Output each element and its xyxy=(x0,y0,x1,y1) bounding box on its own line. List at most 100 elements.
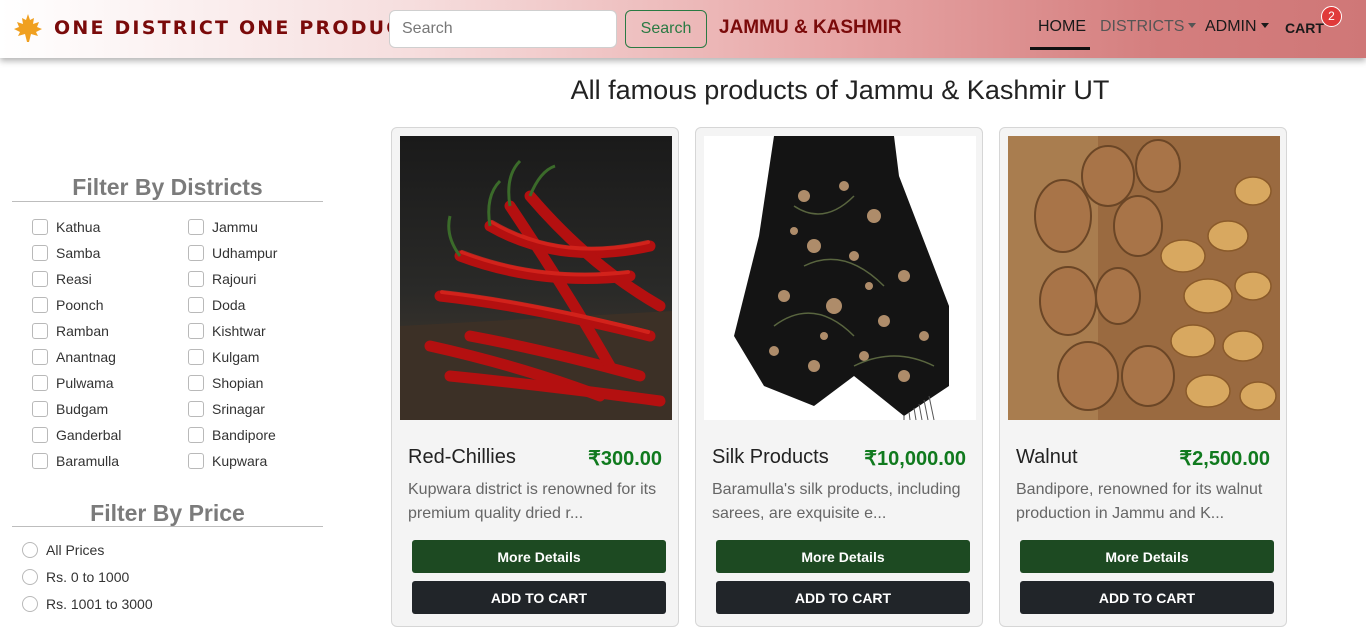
district-filter-option[interactable]: Poonch xyxy=(32,295,103,315)
radio-button[interactable] xyxy=(22,596,38,612)
district-filter-option[interactable]: Shopian xyxy=(188,373,263,393)
checkbox[interactable] xyxy=(188,245,204,261)
district-filter-option[interactable]: Doda xyxy=(188,295,245,315)
caret-down-icon xyxy=(1260,23,1269,28)
district-label: Ramban xyxy=(56,323,109,339)
district-label: Rajouri xyxy=(212,271,257,287)
district-filter-option[interactable]: Anantnag xyxy=(32,347,116,367)
nav-home-label: HOME xyxy=(1038,18,1086,35)
checkbox[interactable] xyxy=(32,427,48,443)
product-image-chillies[interactable] xyxy=(400,136,672,420)
nav-admin-label: ADMIN xyxy=(1205,18,1257,35)
district-filter-option[interactable]: Ramban xyxy=(32,321,109,341)
price-filter-option[interactable]: All Prices xyxy=(22,540,104,560)
cart-count-badge: 2 xyxy=(1321,6,1342,27)
product-name: Walnut xyxy=(1016,446,1078,468)
district-filter-option[interactable]: Kathua xyxy=(32,217,100,237)
district-filter-option[interactable]: Kulgam xyxy=(188,347,259,367)
page-title: All famous products of Jammu & Kashmir U… xyxy=(570,75,1110,105)
product-description: Kupwara district is renowned for its pre… xyxy=(408,481,657,522)
nav-cart-label: CART xyxy=(1285,20,1324,36)
radio-button[interactable] xyxy=(22,542,38,558)
district-label: Srinagar xyxy=(212,401,265,417)
checkbox[interactable] xyxy=(188,401,204,417)
district-filter-option[interactable]: Baramulla xyxy=(32,451,119,471)
add-to-cart-button[interactable]: ADD TO CART xyxy=(412,581,666,614)
nav-active-indicator xyxy=(1030,47,1090,50)
checkbox[interactable] xyxy=(32,245,48,261)
search-input[interactable] xyxy=(389,10,617,48)
state-title: JAMMU & KASHMIR xyxy=(719,17,902,38)
more-details-button[interactable]: More Details xyxy=(1020,540,1274,573)
price-filter-option[interactable]: Rs. 0 to 1000 xyxy=(22,567,129,587)
nav-home-link[interactable]: HOME xyxy=(1038,18,1086,36)
district-filter-option[interactable]: Ganderbal xyxy=(32,425,121,445)
divider xyxy=(12,526,323,527)
checkbox[interactable] xyxy=(32,219,48,235)
checkbox[interactable] xyxy=(32,271,48,287)
search-button[interactable]: Search xyxy=(625,10,707,48)
add-to-cart-button[interactable]: ADD TO CART xyxy=(716,581,970,614)
district-label: Samba xyxy=(56,245,101,261)
price-label: Rs. 0 to 1000 xyxy=(46,569,130,585)
district-filter-option[interactable]: Srinagar xyxy=(188,399,265,419)
checkbox[interactable] xyxy=(32,349,48,365)
nav-cart-link[interactable]: CART xyxy=(1285,20,1324,36)
district-label: Kishtwar xyxy=(212,323,266,339)
district-label: Pulwama xyxy=(56,375,114,391)
more-details-button[interactable]: More Details xyxy=(716,540,970,573)
checkbox[interactable] xyxy=(188,427,204,443)
district-filter-option[interactable]: Pulwama xyxy=(32,373,114,393)
product-card: Silk Products ₹10,000.00 Baramulla's sil… xyxy=(695,127,983,627)
district-filter-option[interactable]: Rajouri xyxy=(188,269,256,289)
district-label: Jammu xyxy=(212,219,258,235)
product-description: Baramulla's silk products, including sar… xyxy=(712,481,961,522)
checkbox[interactable] xyxy=(188,219,204,235)
district-filter-option[interactable]: Jammu xyxy=(188,217,258,237)
district-label: Reasi xyxy=(56,271,92,287)
price-label: All Prices xyxy=(46,542,105,558)
navbar: ONE DISTRICT ONE PRODUCT Search JAMMU & … xyxy=(0,0,1366,58)
brand-title[interactable]: ONE DISTRICT ONE PRODUCT xyxy=(54,17,418,39)
checkbox[interactable] xyxy=(188,375,204,391)
district-filter-option[interactable]: Kishtwar xyxy=(188,321,266,341)
nav-admin-dropdown[interactable]: ADMIN xyxy=(1205,18,1269,36)
district-filter-option[interactable]: Budgam xyxy=(32,399,108,419)
district-label: Doda xyxy=(212,297,246,313)
district-filter-option[interactable]: Bandipore xyxy=(188,425,276,445)
add-to-cart-button[interactable]: ADD TO CART xyxy=(1020,581,1274,614)
district-label: Udhampur xyxy=(212,245,278,261)
caret-down-icon xyxy=(1188,23,1197,28)
district-label: Shopian xyxy=(212,375,264,391)
checkbox[interactable] xyxy=(188,453,204,469)
price-filter-option[interactable]: Rs. 1001 to 3000 xyxy=(22,594,153,614)
checkbox[interactable] xyxy=(32,297,48,313)
product-image-walnut[interactable] xyxy=(1008,136,1280,420)
district-filter-option[interactable]: Kupwara xyxy=(188,451,267,471)
checkbox[interactable] xyxy=(188,297,204,313)
district-label: Baramulla xyxy=(56,453,120,469)
checkbox[interactable] xyxy=(188,323,204,339)
district-label: Ganderbal xyxy=(56,427,122,443)
district-label: Kulgam xyxy=(212,349,260,365)
maple-leaf-icon[interactable] xyxy=(12,12,44,44)
product-image-silk[interactable] xyxy=(704,136,976,420)
radio-button[interactable] xyxy=(22,569,38,585)
product-description: Bandipore, renowned for its walnut produ… xyxy=(1016,481,1263,522)
checkbox[interactable] xyxy=(188,271,204,287)
checkbox[interactable] xyxy=(32,453,48,469)
checkbox[interactable] xyxy=(32,375,48,391)
district-filter-option[interactable]: Samba xyxy=(32,243,100,263)
district-label: Anantnag xyxy=(56,349,116,365)
more-details-button[interactable]: More Details xyxy=(412,540,666,573)
checkbox[interactable] xyxy=(188,349,204,365)
district-label: Bandipore xyxy=(212,427,276,443)
price-label: Rs. 1001 to 3000 xyxy=(46,596,153,612)
nav-districts-label: DISTRICTS xyxy=(1100,18,1185,35)
district-filter-option[interactable]: Udhampur xyxy=(188,243,277,263)
checkbox[interactable] xyxy=(32,401,48,417)
nav-districts-dropdown[interactable]: DISTRICTS xyxy=(1100,18,1197,36)
district-filter-option[interactable]: Reasi xyxy=(32,269,92,289)
checkbox[interactable] xyxy=(32,323,48,339)
district-label: Poonch xyxy=(56,297,104,313)
